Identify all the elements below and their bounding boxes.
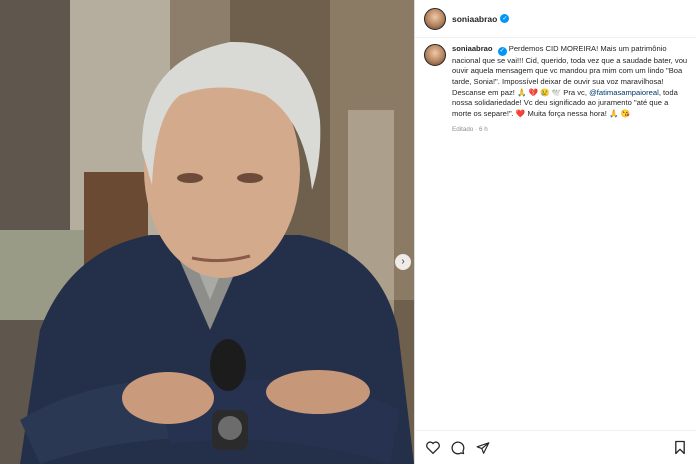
save-button[interactable] [674, 440, 688, 456]
mention-link[interactable]: @fatimasampaioreal [589, 88, 659, 97]
caption-emojis2: 🙏 😘 [609, 108, 631, 118]
chevron-right-icon: › [401, 256, 405, 267]
caption-part4: Muita força nessa hora! [527, 108, 607, 118]
share-icon [476, 441, 490, 454]
bookmark-icon [675, 440, 685, 455]
instagram-post: › soniaabrao ✓ soniaabrao ✓ Perdemos CID… [0, 0, 696, 464]
username-link[interactable]: soniaabrao [452, 14, 497, 24]
share-button[interactable] [475, 440, 491, 456]
verified-badge-icon: ✓ [500, 14, 510, 23]
post-meta: Editado · 6 h [452, 126, 488, 134]
like-button[interactable] [425, 440, 441, 456]
avatar[interactable] [424, 7, 446, 30]
post-photo[interactable]: › [0, 0, 414, 464]
caption-part2: Pra vc, [563, 87, 587, 97]
comment-icon [451, 440, 465, 454]
action-bar [415, 430, 696, 464]
heart-icon [426, 441, 440, 454]
caption-emojis1: 🙏 💔 😢 🕊️ [517, 87, 562, 97]
caption-heart: ❤️ [515, 108, 526, 118]
caption-username[interactable]: soniaabrao [452, 44, 493, 53]
caption-avatar[interactable] [424, 44, 446, 66]
caption-text: soniaabrao ✓ Perdemos CID MOREIRA! Mais … [452, 44, 688, 136]
comment-button[interactable] [450, 440, 466, 456]
photo-illustration [0, 0, 414, 464]
carousel-next-button[interactable]: › [395, 254, 411, 270]
post-sidebar: soniaabrao ✓ soniaabrao ✓ Perdemos CID M… [414, 0, 696, 464]
verified-badge-icon: ✓ [497, 46, 507, 56]
post-header: soniaabrao ✓ [415, 0, 696, 38]
caption: soniaabrao ✓ Perdemos CID MOREIRA! Mais … [424, 44, 692, 136]
